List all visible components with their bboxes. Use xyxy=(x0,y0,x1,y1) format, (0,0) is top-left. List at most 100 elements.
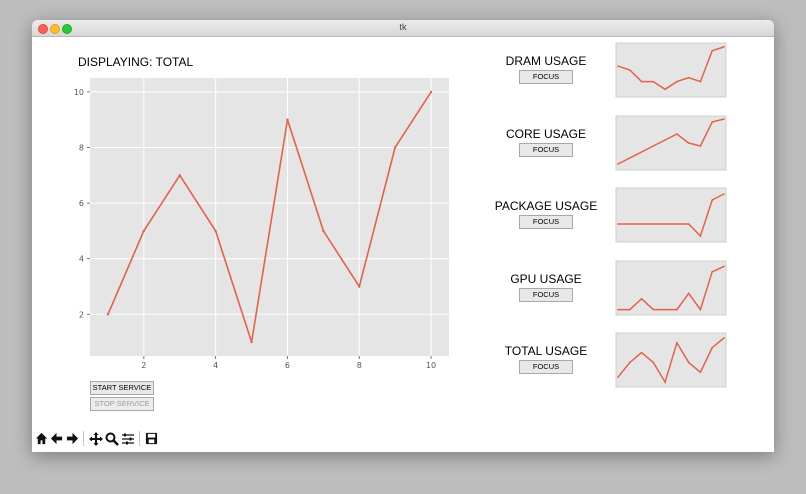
zoom-icon[interactable] xyxy=(104,431,119,446)
mini-data-point xyxy=(664,139,666,141)
panel-label: DRAM USAGE xyxy=(505,54,587,68)
x-tick-label: 8 xyxy=(357,361,362,370)
mini-data-point xyxy=(640,80,643,83)
mini-data-point xyxy=(617,223,619,225)
data-point xyxy=(358,285,361,288)
mini-data-point xyxy=(687,223,690,225)
mini-plot-area xyxy=(615,42,727,98)
mini-chart[interactable] xyxy=(614,331,728,389)
mini-data-point xyxy=(652,145,655,147)
mini-data-point xyxy=(723,46,725,48)
mini-data-point xyxy=(711,199,714,201)
app-window: tk DISPLAYING: TOTAL 2 4 6 8 10 2 4 6 8 10 START … xyxy=(32,20,774,452)
toolbar-separator xyxy=(139,431,140,446)
mini-data-point xyxy=(617,308,619,311)
mini-data-point xyxy=(699,80,702,83)
mini-data-point xyxy=(664,223,666,225)
configure-icon[interactable] xyxy=(120,431,135,446)
data-point xyxy=(286,118,289,121)
data-point xyxy=(322,229,325,233)
focus-button[interactable]: FOCUS xyxy=(519,70,573,84)
mini-data-point xyxy=(723,193,725,195)
mini-data-point xyxy=(617,65,619,67)
mini-data-point xyxy=(617,376,619,378)
home-icon[interactable] xyxy=(34,431,49,446)
x-tick-label: 10 xyxy=(426,361,436,370)
mini-data-point xyxy=(723,118,725,120)
x-tick-label: 6 xyxy=(285,361,290,370)
mini-data-point xyxy=(699,308,702,311)
mini-data-point xyxy=(628,223,631,225)
forward-arrow-icon[interactable] xyxy=(65,431,80,446)
mini-data-point xyxy=(711,346,714,349)
mini-data-point xyxy=(676,308,678,311)
toolbar-separator xyxy=(83,431,84,446)
data-point xyxy=(250,340,253,344)
mini-data-point xyxy=(699,145,702,147)
y-tick-label: 2 xyxy=(79,310,84,319)
mini-data-point xyxy=(687,361,690,364)
data-point xyxy=(106,313,110,316)
mini-data-point xyxy=(676,133,678,135)
focus-button[interactable]: FOCUS xyxy=(519,215,573,229)
mini-data-point xyxy=(628,361,631,364)
mini-data-point xyxy=(687,292,690,295)
mini-data-point xyxy=(711,271,714,273)
data-point xyxy=(393,146,397,149)
y-tick-label: 10 xyxy=(74,88,84,97)
mini-data-point xyxy=(640,151,643,153)
mini-chart[interactable] xyxy=(614,114,728,172)
panel-label: GPU USAGE xyxy=(510,272,582,286)
mini-data-point xyxy=(628,69,631,71)
mini-data-point xyxy=(628,308,631,311)
mini-chart[interactable] xyxy=(614,259,728,317)
data-point xyxy=(429,90,433,94)
mini-data-point xyxy=(617,163,619,165)
x-tick-label: 2 xyxy=(141,361,146,370)
mini-plot-area xyxy=(615,115,727,171)
mini-data-point xyxy=(723,337,725,339)
mini-data-point xyxy=(676,223,678,225)
pan-icon[interactable] xyxy=(88,431,103,446)
y-tick-label: 4 xyxy=(79,255,84,264)
mini-data-point xyxy=(652,80,655,83)
focus-button[interactable]: FOCUS xyxy=(519,360,573,374)
window-title: tk xyxy=(399,22,407,32)
panel-label: TOTAL USAGE xyxy=(504,344,588,358)
mini-chart[interactable] xyxy=(614,186,728,244)
mini-data-point xyxy=(640,223,643,225)
y-tick-label: 6 xyxy=(79,199,84,208)
mini-plot-area xyxy=(615,187,727,243)
mini-data-point xyxy=(711,121,714,123)
save-icon[interactable] xyxy=(144,431,159,446)
mini-data-point xyxy=(699,235,702,237)
mini-data-point xyxy=(664,88,666,91)
panel-label: CORE USAGE xyxy=(505,127,586,141)
back-arrow-icon[interactable] xyxy=(49,431,64,446)
mini-data-point xyxy=(664,381,666,383)
mini-data-point xyxy=(676,80,678,83)
focus-button[interactable]: FOCUS xyxy=(519,288,573,302)
focus-button[interactable]: FOCUS xyxy=(519,143,573,157)
mini-data-point xyxy=(652,223,655,225)
title-bar: tk xyxy=(32,20,774,37)
stop-service-button[interactable]: STOP SERVICE xyxy=(90,397,154,411)
mini-data-point xyxy=(652,361,655,364)
start-service-button[interactable]: START SERVICE xyxy=(90,381,154,395)
mini-chart[interactable] xyxy=(614,41,728,99)
data-point xyxy=(178,174,181,177)
main-line-chart[interactable]: 2 4 6 8 10 2 4 6 8 10 xyxy=(58,72,478,382)
data-point xyxy=(142,229,146,233)
mini-data-point xyxy=(640,351,643,354)
mini-data-point xyxy=(628,157,631,159)
mini-data-point xyxy=(699,371,702,374)
panel-label: PACKAGE USAGE xyxy=(494,199,598,213)
mini-data-point xyxy=(711,49,714,52)
mini-data-point xyxy=(687,76,690,79)
mini-data-point xyxy=(640,298,643,300)
mini-data-point xyxy=(652,308,655,311)
mini-data-point xyxy=(664,308,666,311)
mini-data-point xyxy=(723,265,725,268)
x-tick-label: 4 xyxy=(213,361,218,370)
data-point xyxy=(214,229,217,233)
